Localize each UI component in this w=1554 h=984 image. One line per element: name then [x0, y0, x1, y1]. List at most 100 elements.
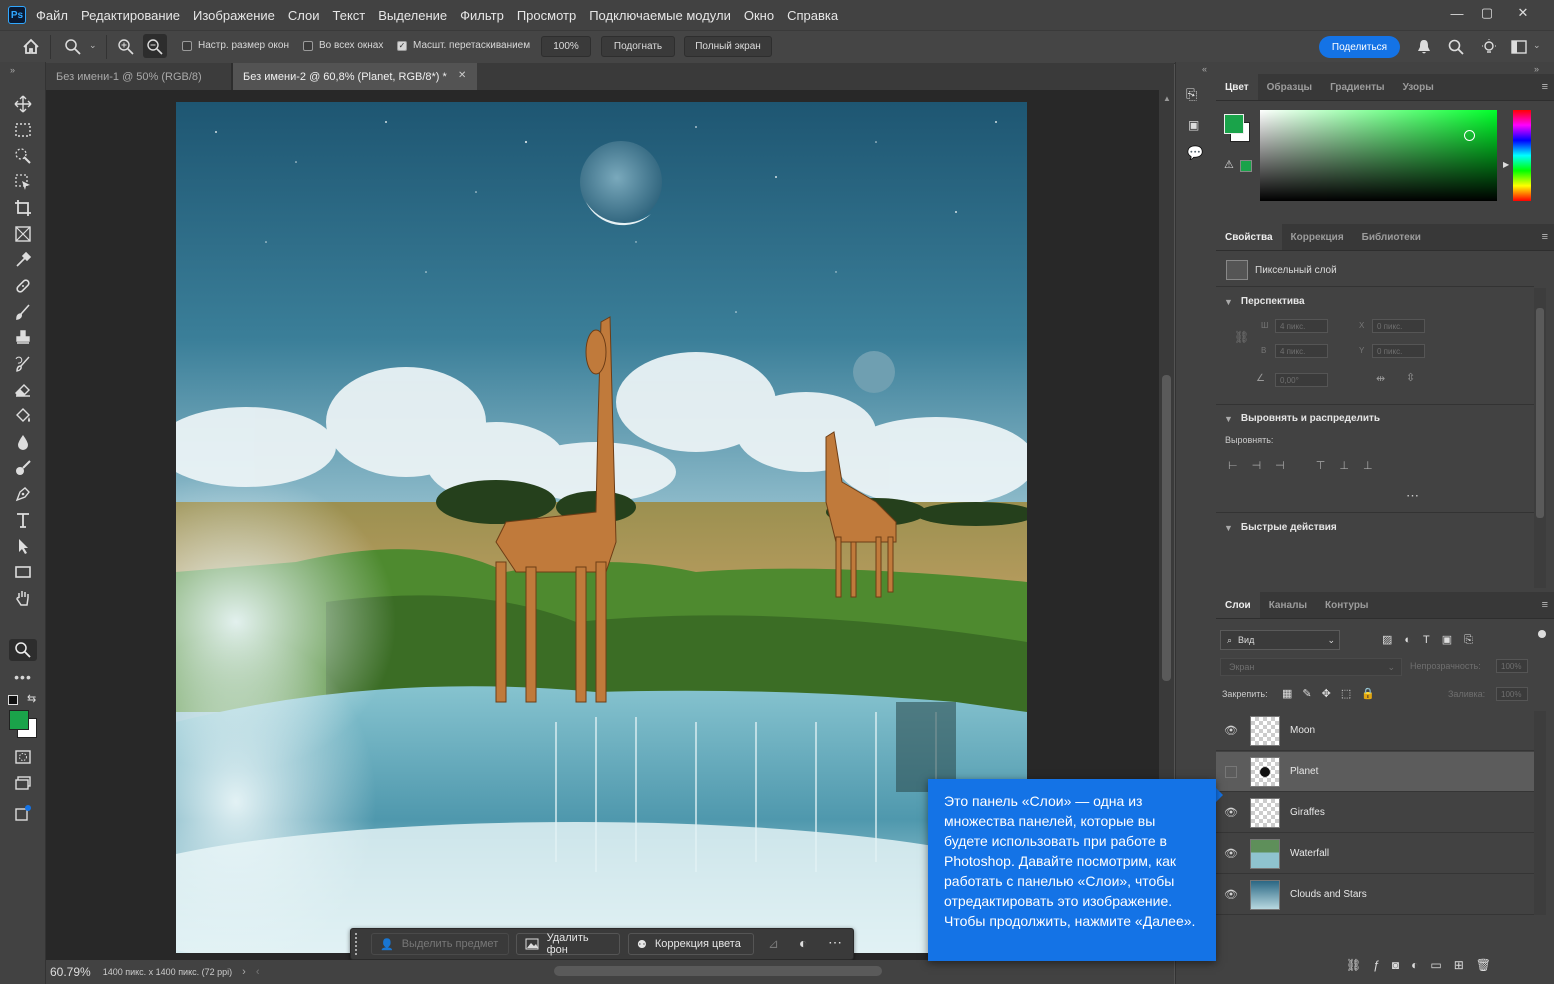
tab-layers[interactable]: Слои: [1216, 592, 1260, 618]
dodge-tool-icon[interactable]: [9, 457, 37, 479]
properties-scrollbar[interactable]: [1534, 288, 1546, 588]
more-tools-icon[interactable]: •••: [9, 666, 37, 688]
menu-filter[interactable]: Фильтр: [460, 8, 504, 23]
collapse-dock-icon[interactable]: »: [1534, 64, 1539, 74]
layer-row-planet[interactable]: Planet: [1216, 752, 1534, 792]
link-icon[interactable]: ⛓: [1234, 330, 1249, 344]
layers-scrollbar[interactable]: [1534, 711, 1546, 915]
move-tool-icon[interactable]: [9, 93, 37, 115]
color-correction-button[interactable]: ⚉ Коррекция цвета: [628, 933, 754, 955]
frame-tool-icon[interactable]: [9, 223, 37, 245]
drag-handle[interactable]: [355, 933, 360, 955]
visibility-toggle[interactable]: [1216, 765, 1246, 778]
paint-bucket-tool-icon[interactable]: [9, 405, 37, 427]
layer-filter-select[interactable]: ⌕ Вид ⌄: [1220, 630, 1340, 650]
brush-tool-icon[interactable]: [9, 301, 37, 323]
filter-toggle[interactable]: [1538, 630, 1546, 638]
fill-screen-button[interactable]: Полный экран: [684, 36, 772, 57]
tab-document-2[interactable]: Без имени-2 @ 60,8% (Planet, RGB/8*) *: [232, 63, 477, 90]
menu-type[interactable]: Текст: [333, 8, 366, 23]
panel-menu-icon[interactable]: ≡: [1542, 231, 1548, 243]
layer-row-giraffes[interactable]: 👁 Giraffes: [1216, 793, 1534, 833]
object-selection-tool-icon[interactable]: [9, 171, 37, 193]
maximize-icon[interactable]: ▢: [1471, 0, 1503, 26]
zoom-tool-icon[interactable]: [9, 639, 37, 661]
align-buttons[interactable]: ⊢⊣⊣ ⊤⊥⊥: [1228, 459, 1387, 472]
x-field[interactable]: 0 пикс.: [1372, 319, 1425, 333]
tab-libraries[interactable]: Библиотеки: [1353, 224, 1430, 250]
minimize-icon[interactable]: —: [1441, 0, 1473, 26]
fill-field[interactable]: 100%: [1496, 687, 1528, 701]
marquee-tool-icon[interactable]: [9, 119, 37, 141]
filter-type-icons[interactable]: ▨◐T▣⎘: [1382, 633, 1485, 647]
menu-select[interactable]: Выделение: [378, 8, 447, 23]
healing-brush-tool-icon[interactable]: [9, 275, 37, 297]
height-field[interactable]: 4 пикс.: [1275, 344, 1328, 358]
crop-tool-icon[interactable]: [9, 197, 37, 219]
search-icon[interactable]: [1448, 39, 1464, 55]
menu-image[interactable]: Изображение: [193, 8, 275, 23]
tab-patterns[interactable]: Узоры: [1394, 74, 1443, 100]
tab-adjustments[interactable]: Коррекция: [1282, 224, 1353, 250]
document-canvas[interactable]: [176, 102, 1027, 953]
tab-channels[interactable]: Каналы: [1260, 592, 1316, 618]
hand-tool-icon[interactable]: [9, 587, 37, 609]
history-icon[interactable]: ⎘: [1186, 86, 1197, 103]
tab-swatches[interactable]: Образцы: [1258, 74, 1321, 100]
lock-icons[interactable]: ▦✎✥⬚🔒: [1282, 687, 1385, 700]
type-tool-icon[interactable]: [9, 509, 37, 531]
chevron-right-icon[interactable]: ›: [242, 966, 246, 978]
zoom-level[interactable]: 60.79%: [50, 965, 91, 979]
bell-icon[interactable]: [1416, 39, 1432, 55]
comments-icon[interactable]: 💬: [1187, 145, 1203, 161]
flip-horizontal-icon[interactable]: ⇹: [1376, 372, 1385, 385]
blend-mode-select[interactable]: Экран ⌄: [1220, 658, 1402, 676]
tab-document-1[interactable]: Без имени-1 @ 50% (RGB/8): [46, 63, 232, 90]
horizontal-scrollbar-thumb[interactable]: [554, 966, 882, 976]
opacity-field[interactable]: 100%: [1496, 659, 1528, 673]
quick-mask-icon[interactable]: [9, 746, 37, 768]
chevron-down-icon[interactable]: ⌄: [1533, 40, 1541, 51]
zoom-out-icon[interactable]: [146, 38, 164, 56]
scrollbar-thumb[interactable]: [1162, 375, 1171, 681]
foreground-swatch[interactable]: [1224, 114, 1244, 134]
align-section[interactable]: ▼ Выровнять и распределить: [1224, 413, 1380, 424]
color-field[interactable]: [1260, 110, 1497, 201]
tab-color[interactable]: Цвет: [1216, 74, 1258, 100]
pen-tool-icon[interactable]: [9, 483, 37, 505]
menu-edit[interactable]: Редактирование: [81, 8, 180, 23]
blur-tool-icon[interactable]: [9, 431, 37, 453]
eye-icon[interactable]: 👁: [1216, 806, 1246, 819]
layer-row-moon[interactable]: 👁 Moon: [1216, 711, 1534, 751]
menu-view[interactable]: Просмотр: [517, 8, 576, 23]
angle-field[interactable]: 0,00°: [1275, 373, 1328, 387]
menu-layers[interactable]: Слои: [288, 8, 320, 23]
foreground-color-swatch[interactable]: [9, 710, 29, 730]
clone-stamp-tool-icon[interactable]: [9, 327, 37, 349]
select-subject-button[interactable]: 👤 Выделить предмет: [371, 933, 509, 955]
gamut-swatch[interactable]: [1240, 160, 1252, 172]
rectangle-tool-icon[interactable]: [9, 561, 37, 583]
lightbulb-icon[interactable]: [1480, 38, 1498, 56]
resize-windows-checkbox[interactable]: Настр. размер окон: [182, 40, 289, 51]
eye-icon[interactable]: 👁: [1216, 724, 1246, 737]
layer-footer-icons[interactable]: ⛓ƒ◙◐▭⊞🗑: [1346, 958, 1503, 972]
home-icon[interactable]: [22, 38, 40, 55]
close-tab-icon[interactable]: ✕: [458, 70, 466, 81]
layer-row-waterfall[interactable]: 👁 Waterfall: [1216, 834, 1534, 874]
zoom-in-icon[interactable]: [117, 38, 135, 56]
eye-icon[interactable]: 👁: [1216, 888, 1246, 901]
share-button[interactable]: Поделиться: [1319, 36, 1400, 58]
collapse-panels-icon[interactable]: «: [1202, 64, 1207, 74]
path-selection-tool-icon[interactable]: [9, 535, 37, 557]
quick-actions-section[interactable]: ▼ Быстрые действия: [1224, 522, 1337, 533]
screen-mode-icon[interactable]: [9, 772, 37, 794]
zoom-tool-icon[interactable]: [64, 38, 82, 56]
menu-window[interactable]: Окно: [744, 8, 774, 23]
mask-icon[interactable]: ◐: [799, 935, 807, 951]
eyedropper-tool-icon[interactable]: [9, 249, 37, 271]
workspace-icon[interactable]: [1511, 40, 1527, 54]
close-icon[interactable]: ✕: [1507, 0, 1539, 26]
width-field[interactable]: 4 пикс.: [1275, 319, 1328, 333]
panel-menu-icon[interactable]: ≡: [1542, 81, 1548, 93]
